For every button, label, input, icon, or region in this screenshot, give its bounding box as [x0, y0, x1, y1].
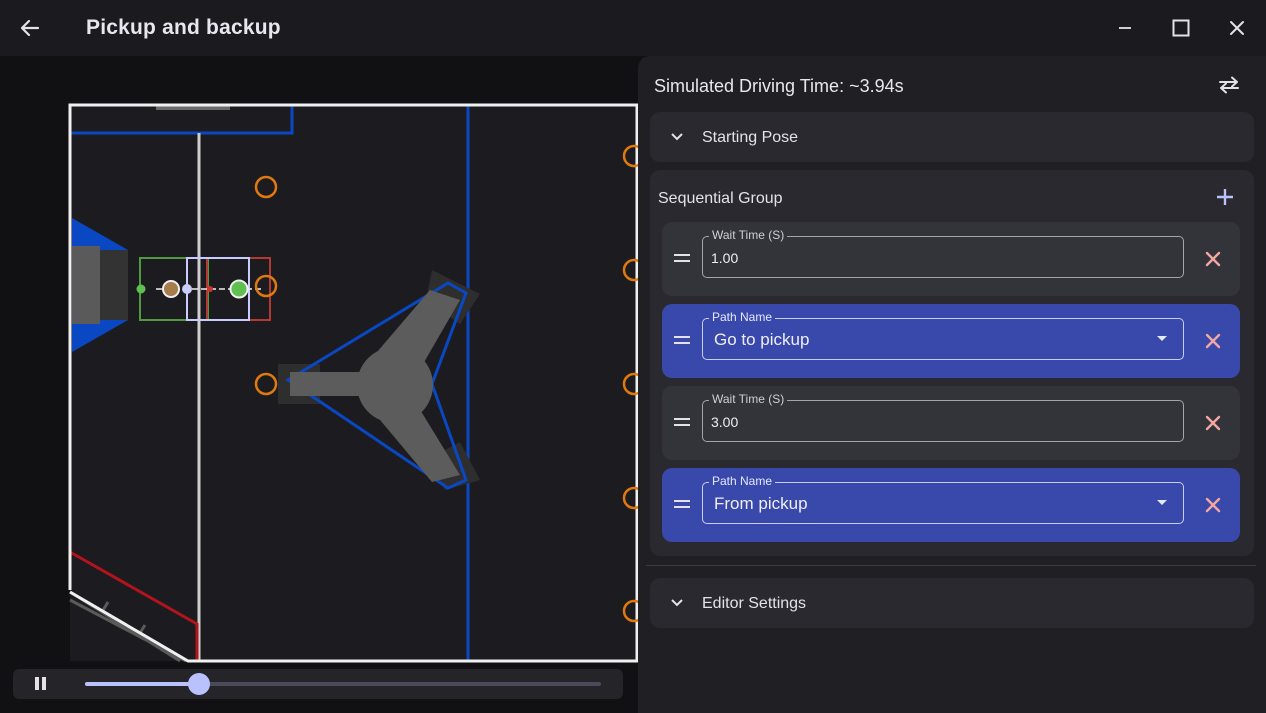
playback-slider[interactable]: [85, 673, 601, 695]
field-value: 3.00: [711, 414, 739, 430]
path-name-dropdown[interactable]: Path Name Go to pickup: [702, 310, 1184, 360]
red-point: [207, 286, 213, 292]
minimize-button[interactable]: [1107, 12, 1143, 44]
remove-command-button[interactable]: [1202, 248, 1224, 270]
stage-hub: [357, 347, 433, 423]
sequential-group: Sequential Group Wait Time (S) 1.00 Path…: [650, 170, 1254, 556]
path-command: Path Name Go to pickup: [662, 304, 1240, 378]
dropdown-arrow-icon[interactable]: [1157, 500, 1167, 505]
plus-icon: [1217, 189, 1233, 205]
path-start-point: [136, 284, 146, 294]
slider-thumb[interactable]: [187, 673, 210, 695]
remove-command-button[interactable]: [1202, 494, 1224, 516]
field-label: Path Name: [709, 310, 776, 324]
speaker-shadow: [100, 250, 128, 320]
close-button[interactable]: [1219, 12, 1255, 44]
playback-bar: [13, 669, 623, 699]
editor-settings-expander[interactable]: Editor Settings: [650, 578, 1254, 628]
add-command-button[interactable]: [1214, 186, 1236, 208]
field-map: [68, 103, 640, 663]
title-bar: Pickup and backup: [0, 0, 1266, 56]
speaker-base: [72, 246, 100, 324]
swap-horiz-icon: [1219, 76, 1239, 94]
minimize-icon: [1119, 27, 1131, 29]
drag-handle-icon[interactable]: [674, 336, 690, 346]
remove-command-button[interactable]: [1202, 330, 1224, 352]
path-name-dropdown[interactable]: Path Name From pickup: [702, 474, 1184, 524]
field-value: Go to pickup: [714, 330, 810, 349]
simulated-time: Simulated Driving Time: ~3.94s: [654, 76, 904, 96]
slider-fill: [85, 682, 199, 686]
close-icon: [1205, 497, 1221, 513]
field-label: Path Name: [709, 474, 776, 488]
robot-center-point: [162, 280, 180, 298]
starting-pose-label: Starting Pose: [702, 129, 799, 146]
divider: [646, 565, 1256, 566]
field-label: Wait Time (S): [709, 392, 788, 406]
field-value: 1.00: [711, 250, 739, 266]
close-icon: [1230, 21, 1244, 35]
path-end-point: [229, 279, 249, 299]
chevron-down-icon: [671, 133, 683, 141]
robot-sim-position: [182, 284, 192, 294]
field-value: From pickup: [714, 494, 808, 513]
maximize-button[interactable]: [1163, 12, 1199, 44]
chevron-down-icon: [671, 599, 683, 607]
back-button[interactable]: [14, 12, 46, 44]
editor-settings-label: Editor Settings: [702, 595, 807, 612]
starting-pose-expander[interactable]: Starting Pose: [650, 112, 1254, 162]
close-icon: [1205, 415, 1221, 431]
remove-command-button[interactable]: [1202, 412, 1224, 434]
auto-editor-panel: Simulated Driving Time: ~3.94s Starting …: [638, 56, 1266, 713]
wait-command: Wait Time (S) 3.00: [662, 386, 1240, 460]
path-command: Path Name From pickup: [662, 468, 1240, 542]
swap-side-button[interactable]: [1216, 72, 1242, 98]
maximize-icon: [1172, 19, 1190, 37]
wait-time-field[interactable]: Wait Time (S) 1.00: [702, 228, 1184, 278]
field-canvas[interactable]: [0, 56, 640, 713]
group-title: Sequential Group: [658, 190, 783, 207]
drag-handle-icon[interactable]: [674, 418, 690, 428]
page-title: Pickup and backup: [86, 16, 281, 39]
close-icon: [1205, 333, 1221, 349]
wait-time-field[interactable]: Wait Time (S) 3.00: [702, 392, 1184, 442]
wait-command: Wait Time (S) 1.00: [662, 222, 1240, 296]
drag-handle-icon[interactable]: [674, 254, 690, 264]
drag-handle-icon[interactable]: [674, 500, 690, 510]
dropdown-arrow-icon[interactable]: [1157, 336, 1167, 341]
pause-button[interactable]: [31, 676, 49, 692]
close-icon: [1205, 251, 1221, 267]
pause-icon: [35, 677, 39, 690]
field-label: Wait Time (S): [709, 228, 788, 242]
arrow-left-icon: [20, 19, 40, 37]
